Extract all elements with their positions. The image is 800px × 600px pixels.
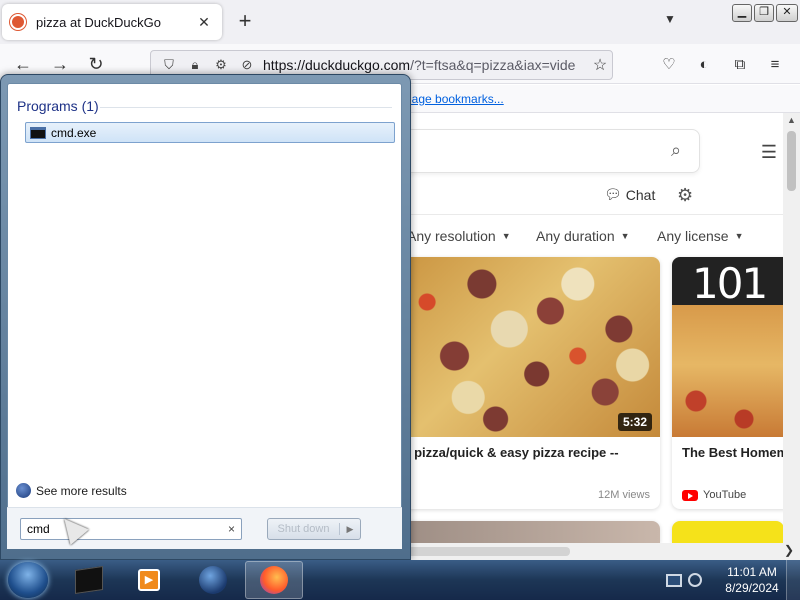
command-prompt-icon: [75, 566, 103, 594]
video-source-label: YouTube: [703, 489, 747, 501]
scroll-right-arrow-icon[interactable]: ❯: [784, 543, 794, 557]
ddg-search-input[interactable]: [390, 129, 700, 173]
extensions-icon[interactable]: ⧉: [728, 53, 752, 77]
search-result-cmd[interactable]: cmd.exe: [25, 122, 395, 143]
vertical-scrollbar[interactable]: ▲: [783, 113, 800, 543]
chat-button[interactable]: 💬︎ Chat: [604, 186, 655, 203]
shutdown-label: Shut down: [268, 523, 340, 535]
list-all-tabs-chevron-icon[interactable]: ▼: [660, 12, 680, 32]
lock-icon[interactable]: 🔒︎: [185, 55, 205, 75]
url-text[interactable]: https://duckduckgo.com/?t=ftsa&q=pizza&i…: [263, 57, 588, 73]
internet-explorer-icon: [199, 566, 227, 594]
programs-divider: [100, 107, 392, 108]
filter-duration-dropdown[interactable]: Any duration ▼: [536, 228, 630, 244]
start-search-input[interactable]: cmd ×: [20, 518, 242, 540]
back-arrow-icon[interactable]: ←: [10, 52, 36, 76]
filter-resolution-label: Any resolution: [407, 228, 496, 244]
video-card[interactable]: [672, 521, 784, 543]
scroll-up-arrow-icon[interactable]: ▲: [787, 115, 796, 125]
programs-header: Programs (1): [17, 98, 99, 114]
caret-down-icon: ▼: [620, 231, 630, 241]
command-prompt-icon: [30, 126, 46, 139]
filter-license-label: Any license: [657, 228, 729, 244]
firefox-account-icon[interactable]: ◐: [692, 53, 716, 77]
media-player-icon: ▶: [138, 569, 160, 591]
search-icon[interactable]: ⌕: [664, 140, 688, 164]
see-more-label: See more results: [36, 483, 127, 498]
network-icon[interactable]: [666, 573, 682, 587]
video-source: YouTube: [682, 489, 746, 501]
action-center-icon[interactable]: [688, 573, 702, 587]
youtube-icon: [682, 489, 698, 501]
video-duration-badge: 5:32: [617, 413, 652, 431]
taskbar-media-player-button[interactable]: ▶: [120, 561, 178, 599]
clear-search-icon[interactable]: ×: [228, 522, 235, 536]
taskbar-cmd-button[interactable]: [60, 561, 118, 599]
filter-license-dropdown[interactable]: Any license ▼: [657, 228, 744, 244]
video-views: 12M views: [598, 489, 650, 501]
manage-bookmarks-link[interactable]: nage bookmarks...: [405, 92, 504, 106]
chat-bubble-icon: 💬︎: [604, 186, 622, 202]
restore-window-button[interactable]: ❐: [754, 4, 774, 22]
start-search-value: cmd: [27, 522, 50, 536]
shield-icon[interactable]: ⛉: [159, 55, 179, 75]
new-tab-button[interactable]: +: [234, 10, 256, 34]
minimize-window-button[interactable]: ▁: [732, 4, 752, 22]
video-card[interactable]: [386, 521, 660, 543]
url-path: /?t=ftsa&q=pizza&iax=vide: [410, 57, 576, 73]
search-result-label: cmd.exe: [51, 125, 97, 140]
search-globe-icon: [16, 483, 31, 498]
app-menu-icon[interactable]: ≡: [763, 53, 787, 77]
caret-down-icon: ▼: [734, 231, 744, 241]
scrollbar-thumb[interactable]: [787, 131, 796, 191]
pocket-icon[interactable]: ♡: [657, 53, 681, 77]
thumbnail-text: 101: [692, 259, 768, 308]
chat-label: Chat: [625, 186, 656, 203]
filter-duration-label: Any duration: [536, 228, 615, 244]
filter-resolution-dropdown[interactable]: Any resolution ▼: [407, 228, 511, 244]
filter-divider: [390, 214, 783, 215]
start-button[interactable]: [8, 562, 48, 598]
caret-down-icon: ▼: [501, 231, 511, 241]
video-title[interactable]: The Best Homem: [682, 445, 788, 460]
start-menu-results-panel: [7, 83, 402, 549]
scrollbar-thumb[interactable]: [400, 547, 570, 556]
taskbar-firefox-button[interactable]: [245, 561, 303, 599]
forward-arrow-icon[interactable]: →: [47, 52, 73, 76]
close-window-button[interactable]: ✕: [776, 4, 798, 22]
settings-gear-icon[interactable]: ⚙: [677, 185, 693, 206]
clock-date: 8/29/2024: [725, 581, 779, 595]
clock-time: 11:01 AM: [727, 565, 777, 579]
tab-title: pizza at DuckDuckGo: [36, 14, 161, 30]
video-card[interactable]: 5:32 ke pizza/quick & easy pizza recipe …: [386, 257, 660, 509]
video-thumbnail[interactable]: 101: [672, 257, 792, 437]
ddg-menu-icon[interactable]: ☰: [758, 142, 780, 162]
tracking-protection-icon[interactable]: ⊘: [237, 55, 257, 75]
video-thumbnail[interactable]: [386, 257, 660, 437]
duckduckgo-favicon-icon: [10, 14, 26, 30]
show-desktop-button[interactable]: [786, 560, 800, 600]
video-card[interactable]: 101 The Best Homem YouTube: [672, 257, 792, 509]
bookmark-star-icon[interactable]: ☆: [588, 55, 612, 75]
shutdown-button[interactable]: Shut down ▶: [267, 518, 361, 540]
reload-icon[interactable]: ↻: [83, 52, 109, 76]
permissions-icon[interactable]: ⚙: [211, 55, 231, 75]
see-more-results-link[interactable]: See more results: [16, 483, 127, 498]
system-tray: [660, 561, 720, 599]
video-title[interactable]: ke pizza/quick & easy pizza recipe --: [396, 445, 619, 460]
tab-duckduckgo[interactable]: pizza at DuckDuckGo ✕: [2, 4, 222, 40]
shutdown-options-arrow-icon[interactable]: ▶: [340, 524, 360, 535]
taskbar-internet-explorer-button[interactable]: [184, 561, 242, 599]
tab-close-icon[interactable]: ✕: [194, 14, 214, 31]
horizontal-scrollbar[interactable]: ❯: [400, 543, 800, 560]
taskbar-clock[interactable]: 11:01 AM 8/29/2024: [722, 564, 782, 596]
firefox-icon: [260, 566, 288, 594]
url-domain: https://duckduckgo.com: [263, 57, 411, 73]
